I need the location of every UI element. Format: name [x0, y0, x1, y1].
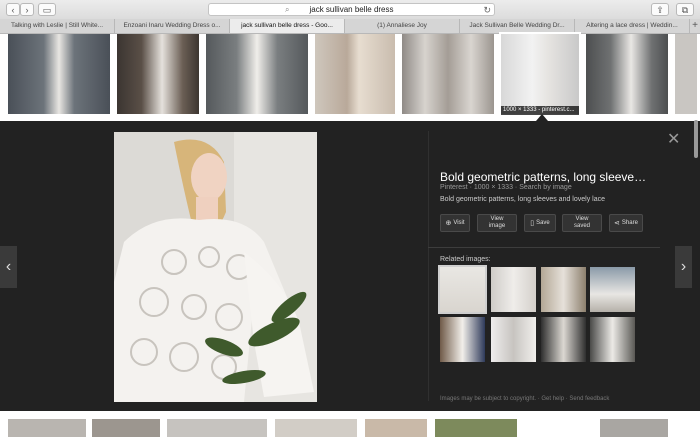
address-bar[interactable]: ⌕ jack sullivan belle dress ↻: [208, 3, 495, 16]
view-image-label-line2: image: [488, 223, 506, 229]
visit-button[interactable]: ⊕ Visit: [440, 214, 470, 232]
related-image[interactable]: [541, 267, 586, 312]
save-label: Save: [536, 219, 550, 226]
result-thumbnail[interactable]: [435, 419, 517, 437]
search-icon: ⌕: [285, 5, 290, 14]
result-thumbnail[interactable]: [117, 34, 199, 114]
result-thumbnail[interactable]: [8, 34, 110, 114]
tab-1[interactable]: Talking with Leslie | Still White...: [0, 19, 115, 33]
back-button[interactable]: ‹: [6, 3, 20, 16]
next-image-button[interactable]: ›: [675, 246, 692, 288]
address-text: jack sullivan belle dress: [309, 5, 394, 14]
image-results-strip: 1000 × 1333 - pinterest.c...: [0, 32, 700, 120]
bookmark-icon: ▯: [530, 219, 535, 227]
related-image[interactable]: [590, 267, 635, 312]
sidebar-toggle-icon[interactable]: ▭: [38, 3, 56, 16]
result-thumbnail[interactable]: [586, 34, 668, 114]
result-thumbnail[interactable]: [167, 419, 267, 437]
result-thumbnail[interactable]: [402, 34, 494, 114]
image-meta: Pinterest · 1000 × 1333 · Search by imag…: [440, 184, 572, 191]
related-image[interactable]: [491, 267, 536, 312]
image-viewer-panel: ‹ › ✕ Bold geometric patterns, long slee…: [0, 121, 700, 411]
close-icon[interactable]: ✕: [667, 129, 680, 149]
image-title[interactable]: Bold geometric patterns, long sleeve…: [440, 170, 660, 184]
previous-image-button[interactable]: ‹: [0, 246, 17, 288]
copyright-footer: Images may be subject to copyright. · Ge…: [440, 396, 610, 402]
tab-4[interactable]: (1) Annaliese Joy: [345, 19, 460, 33]
result-thumbnail-selected[interactable]: [499, 32, 581, 116]
browser-toolbar: ‹ › ▭ ⌕ jack sullivan belle dress ↻ ⇪ ⧉: [0, 0, 700, 20]
save-button[interactable]: ▯ Save: [524, 214, 556, 232]
result-thumbnail[interactable]: [675, 34, 697, 114]
result-thumbnail[interactable]: [365, 419, 427, 437]
view-saved-label-line2: saved: [573, 223, 590, 229]
result-thumbnail[interactable]: [275, 419, 357, 437]
view-saved-label-line1: View: [575, 216, 589, 222]
forward-button[interactable]: ›: [20, 3, 34, 16]
selected-pointer: [536, 114, 548, 121]
share-icon[interactable]: ⇪: [651, 3, 669, 16]
bride-photo-icon: [114, 132, 317, 402]
related-images-heading: Related images:: [440, 256, 491, 263]
result-thumbnail[interactable]: [600, 419, 668, 437]
section-divider: [428, 247, 660, 248]
result-thumbnail[interactable]: [92, 419, 160, 437]
tab-2[interactable]: Enzoani Inaru Wedding Dress o...: [115, 19, 230, 33]
related-image[interactable]: [541, 317, 586, 362]
related-image[interactable]: [590, 317, 635, 362]
result-thumbnail[interactable]: [206, 34, 308, 114]
share-icon: ⋖: [614, 219, 620, 227]
view-image-button[interactable]: View image: [477, 214, 517, 232]
tab-3-active[interactable]: jack sullivan belle dress - Goo...: [230, 19, 345, 33]
main-image[interactable]: [114, 132, 317, 402]
globe-icon: ⊕: [445, 219, 452, 227]
related-image[interactable]: [440, 317, 485, 362]
panel-divider: [428, 131, 429, 401]
tab-6[interactable]: Altering a lace dress | Weddin...: [575, 19, 690, 33]
scrollbar[interactable]: [694, 120, 698, 158]
view-image-label-line1: View: [490, 216, 504, 222]
result-thumbnail[interactable]: [8, 419, 86, 437]
share-button[interactable]: ⋖ Share: [609, 214, 643, 232]
related-image[interactable]: [491, 317, 536, 362]
share-label: Share: [621, 219, 638, 226]
tab-5[interactable]: Jack Sullivan Belle Wedding Dr...: [460, 19, 575, 33]
image-description: Bold geometric patterns, long sleeves an…: [440, 196, 605, 203]
related-image[interactable]: [438, 265, 487, 314]
image-results-strip-bottom: [0, 411, 700, 437]
view-saved-button[interactable]: View saved: [562, 214, 602, 232]
new-tab-button[interactable]: +: [690, 19, 700, 33]
tabs-overview-icon[interactable]: ⧉: [676, 3, 694, 16]
visit-label: Visit: [453, 219, 465, 226]
result-thumbnail[interactable]: [315, 34, 395, 114]
reload-icon[interactable]: ↻: [483, 4, 491, 16]
tab-bar: Talking with Leslie | Still White... Enz…: [0, 19, 700, 34]
